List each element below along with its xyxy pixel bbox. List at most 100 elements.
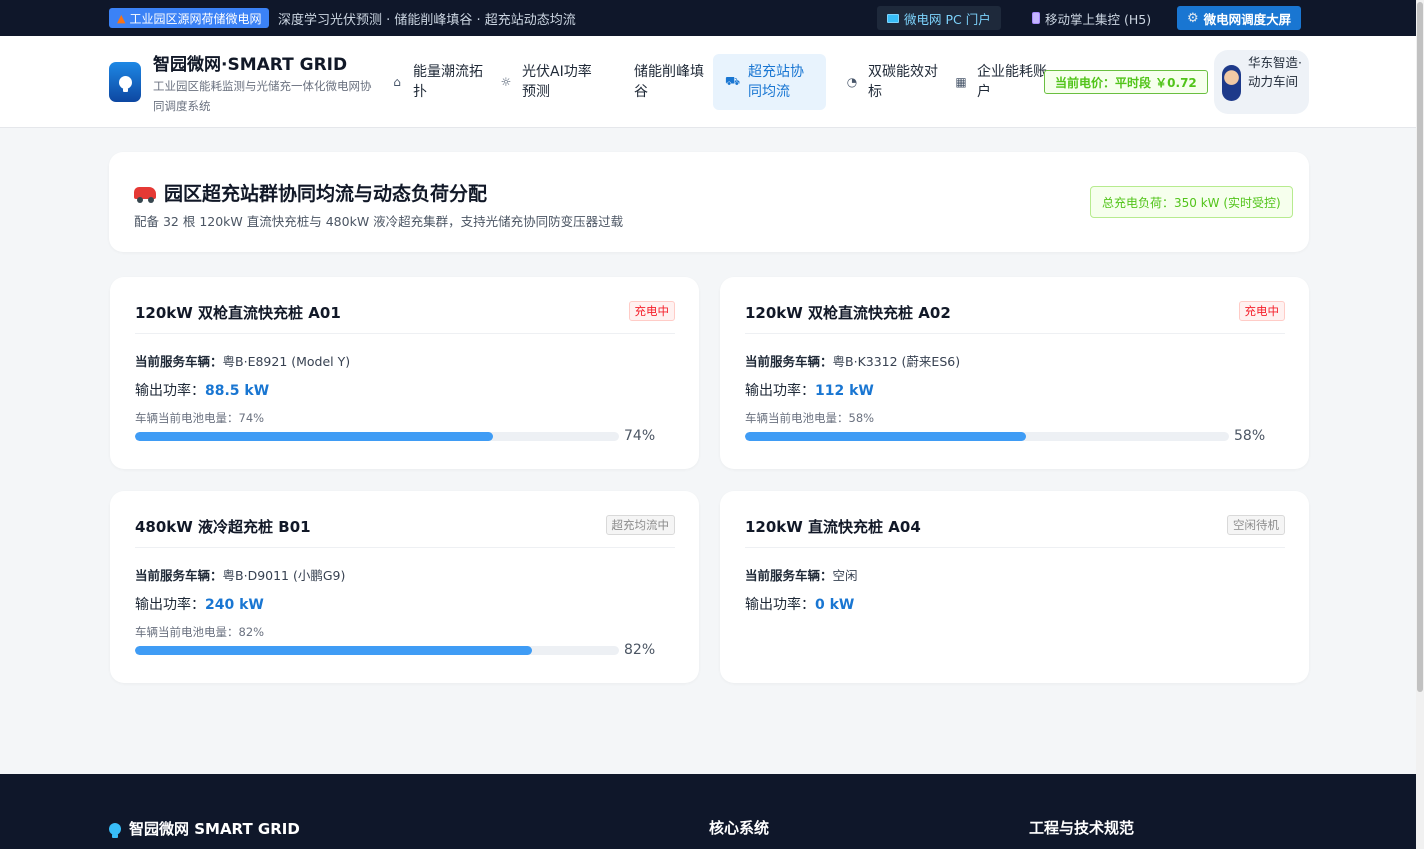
page-subtitle: 配备 32 根 120kW 直流快充桩与 480kW 液冷超充集群，支持光储充协… [134,214,624,229]
status-badge: 充电中 [628,301,675,321]
dispatch-screen-label: 微电网调度大屏 [1203,11,1292,27]
page-title: 园区超充站群协同均流与动态负荷分配 [134,179,487,206]
divider [745,547,1285,548]
brand-logo[interactable] [109,62,141,102]
footer-heading-core: 核心系统 [709,819,770,837]
divider [745,333,1285,334]
power-label: 输出功率： [745,597,815,613]
car-icon [134,186,156,203]
battery-percent: 74% [624,428,656,444]
power-row: 输出功率：88.5 kW [135,380,269,400]
battery-progress-bar [745,432,1229,441]
monitor-icon [887,13,899,23]
top-tagline: 深度学习光伏预测 · 储能削峰填谷 · 超充站动态均流 [278,13,576,28]
battery-progress-bar [135,432,619,441]
pc-portal-label: 微电网 PC 门户 [904,11,991,27]
nav-label: 超充站协同均流 [748,64,804,100]
battery-progress-fill [135,646,532,655]
charger-title: 120kW 双枪直流快充桩 A02 [745,304,951,322]
avatar [1222,65,1241,101]
divider [135,333,675,334]
charger-card-a02[interactable]: 120kW 双枪直流快充桩 A02 充电中 当前服务车辆：粤B·K3312 (蔚… [720,277,1309,469]
nav-label: 能量潮流拓扑 [413,64,483,100]
pc-portal-link[interactable]: 微电网 PC 门户 [877,6,1001,30]
footer-brand: 智园微网 SMART GRID [109,818,300,839]
sun-icon: ☼ [500,75,512,89]
nav-item-topology[interactable]: ⌂ 能量潮流拓扑 [378,54,497,110]
vehicle-value: 粤B·E8921 (Model Y) [222,354,351,369]
page-title-text: 园区超充站群协同均流与动态负荷分配 [164,183,488,205]
power-value: 88.5 kW [205,383,270,399]
status-badge: 超充均流中 [605,515,675,535]
user-profile-chip[interactable]: 华东智造·动力车间 [1214,50,1309,114]
total-load-badge: 总充电负荷：350 kW (实时受控) [1090,186,1293,218]
brand-title: 智园微网·SMART GRID [153,55,348,75]
battery-percent: 82% [624,642,656,658]
dispatch-screen-button[interactable]: ⚙ 微电网调度大屏 [1177,6,1302,30]
power-value: 240 kW [205,597,264,613]
nav-item-storage[interactable]: 储能削峰填谷 [599,54,718,110]
vehicle-row: 当前服务车辆：粤B·D9011 (小鹏G9) [135,565,345,584]
power-row: 输出功率：112 kW [745,380,874,400]
page-footer: 智园微网 SMART GRID 核心系统 工程与技术规范 [0,774,1416,849]
power-value: 0 kW [815,597,855,613]
nav-label: 企业能耗账户 [977,64,1047,100]
truck-icon: ⛟ [725,74,741,88]
nav-label: 光伏AI功率预测 [522,64,592,100]
vehicle-label: 当前服务车辆： [135,354,223,369]
vehicle-label: 当前服务车辆： [135,568,223,583]
nav-label: 双碳能效对标 [868,64,938,100]
battery-label: 车辆当前电池电量：82% [135,625,265,639]
charger-card-a04[interactable]: 120kW 直流快充桩 A04 空闲待机 当前服务车辆：空闲 输出功率：0 kW [720,491,1309,683]
scrollbar-thumb[interactable] [1417,2,1423,692]
flame-icon: ▲ [117,11,126,25]
charger-card-b01[interactable]: 480kW 液冷超充桩 B01 超充均流中 当前服务车辆：粤B·D9011 (小… [110,491,699,683]
phone-icon [1032,12,1040,24]
status-badge: 空闲待机 [1227,515,1285,535]
battery-label: 车辆当前电池电量：74% [135,411,265,425]
vehicle-value: 粤B·D9011 (小鹏G9) [222,568,346,583]
battery-progress-bar [135,646,619,655]
main-header: 智园微网·SMART GRID 工业园区能耗监测与光储充一体化微电网协同调度系统… [0,36,1416,128]
vehicle-label: 当前服务车辆： [745,568,833,583]
battery-progress-fill [745,432,1026,441]
gear-icon: ⚙ [1187,10,1199,26]
charger-title: 120kW 双枪直流快充桩 A01 [135,304,341,322]
power-row: 输出功率：0 kW [745,594,854,614]
status-badge: 充电中 [1238,301,1285,321]
system-badge: ▲ 工业园区源网荷储微电网 [109,8,270,28]
mobile-h5-link[interactable]: 移动掌上集控 (H5) [1022,6,1161,30]
user-name: 华东智造·动力车间 [1248,55,1302,89]
nav-label: 储能削峰填谷 [634,64,704,100]
vehicle-row: 当前服务车辆：粤B·E8921 (Model Y) [135,351,350,370]
battery-label: 车辆当前电池电量：58% [745,411,875,425]
battery-percent: 58% [1234,428,1266,444]
divider [135,547,675,548]
footer-brand-text: 智园微网 SMART GRID [129,820,300,838]
charger-title: 480kW 液冷超充桩 B01 [135,518,311,536]
nav-item-pv-forecast[interactable]: ☼ 光伏AI功率预测 [487,54,606,110]
power-value: 112 kW [815,383,874,399]
top-bar: ▲ 工业园区源网荷储微电网 深度学习光伏预测 · 储能削峰填谷 · 超充站动态均… [0,0,1416,36]
lightbulb-icon [109,822,121,838]
vehicle-value: 粤B·K3312 (蔚来ES6) [832,354,961,369]
footer-heading-specs: 工程与技术规范 [1029,819,1135,837]
vehicle-value: 空闲 [832,568,858,583]
electricity-price-badge: 当前电价：平时段 ￥0.72 [1044,70,1208,94]
system-badge-label: 工业园区源网荷储微电网 [129,11,262,26]
vehicle-label: 当前服务车辆： [745,354,833,369]
power-label: 输出功率： [135,383,205,399]
building-icon: ▦ [955,75,967,89]
power-row: 输出功率：240 kW [135,594,264,614]
power-label: 输出功率： [135,597,205,613]
page-scrollbar[interactable] [1416,0,1424,849]
page-header-card: 园区超充站群协同均流与动态负荷分配 配备 32 根 120kW 直流快充桩与 4… [109,152,1309,252]
nav-item-carbon[interactable]: ◔ 双碳能效对标 [833,54,952,110]
brand-subtitle: 工业园区能耗监测与光储充一体化微电网协同调度系统 [153,79,372,113]
mobile-h5-label: 移动掌上集控 (H5) [1045,11,1152,27]
nav-item-supercharge[interactable]: ⛟ 超充站协同均流 [713,54,826,110]
vehicle-row: 当前服务车辆：空闲 [745,565,858,584]
charger-card-a01[interactable]: 120kW 双枪直流快充桩 A01 充电中 当前服务车辆：粤B·E8921 (M… [110,277,699,469]
pie-icon: ◔ [846,75,858,89]
charger-title: 120kW 直流快充桩 A04 [745,518,921,536]
